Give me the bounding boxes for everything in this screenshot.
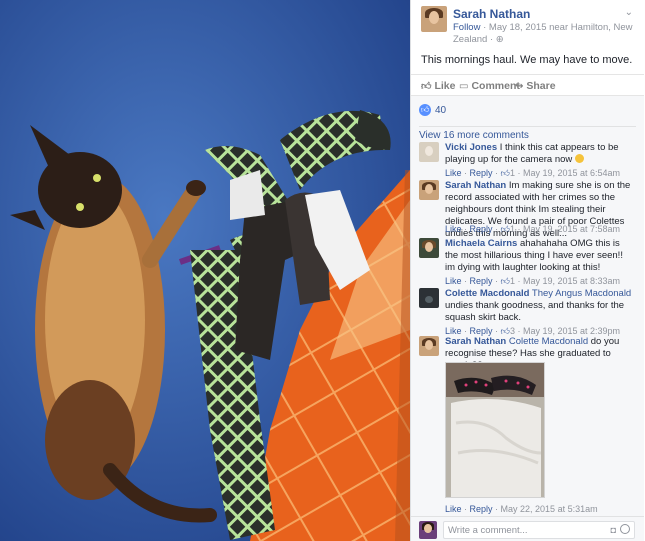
comment-timestamp[interactable]: May 19, 2015 at 2:39pm [523,326,620,336]
thumbs-up-icon: 👍︎ [419,104,431,116]
thumbs-up-icon: 👍︎ [500,276,510,286]
globe-icon: ⊕ [495,34,504,45]
cat-photo-illustration [0,0,410,541]
comment-author[interactable]: Michaela Cairns [445,238,517,249]
comment-reply-link[interactable]: Reply [470,326,493,336]
share-icon: ↪ [515,81,524,92]
comment-author[interactable]: Sarah Nathan [445,180,506,191]
thumbs-up-icon: 👍︎ [421,81,432,92]
comment-mention[interactable]: Colette Macdonald [509,336,588,347]
comment-like-link[interactable]: Like [445,276,462,286]
thumbs-up-icon: 👍︎ [500,224,510,234]
comment-timestamp[interactable]: May 19, 2015 at 7:58am [523,224,620,234]
comment-reply-link[interactable]: Reply [470,276,493,286]
chevron-down-icon[interactable]: ⌄ [625,7,633,18]
commenter-avatar[interactable] [419,336,439,356]
comments-section: 👍︎ 40 View 16 more comments Vicki Jones … [411,96,644,541]
comment-author[interactable]: Sarah Nathan [445,336,506,347]
camera-icon[interactable]: ◘ [611,525,616,535]
comment-footer: Like · Reply · May 22, 2015 at 5:31am [445,504,598,514]
post-meta: Follow · May 18, 2015 near Hamilton, New… [453,22,633,45]
comment-timestamp[interactable]: May 19, 2015 at 8:33am [523,276,620,286]
comment-like-count[interactable]: 1 [510,168,515,178]
comment-like-link[interactable]: Like [445,168,462,178]
comment-attachment-photo[interactable] [445,362,545,498]
comment-like-count[interactable]: 1 [510,276,515,286]
write-comment-box[interactable]: ◘ [443,521,635,539]
comment-like-link[interactable]: Like [445,224,462,234]
socks-on-bed-photo [446,363,544,497]
follow-link[interactable]: Follow [453,22,480,33]
post-actions-bar: 👍︎ Like ▭ Comment ↪ Share [411,74,644,96]
comment-footer: Like · Reply · 👍︎1 · May 19, 2015 at 7:5… [445,224,621,234]
comment-like-count[interactable]: 3 [510,326,515,336]
comment-button[interactable]: ▭ Comment [459,80,520,92]
likes-summary[interactable]: 👍︎ 40 [419,102,446,118]
poster-avatar[interactable] [421,6,447,32]
comment-like-link[interactable]: Like [445,326,462,336]
comment-like-count[interactable]: 1 [510,224,515,234]
post-side-panel: Sarah Nathan Follow · May 18, 2015 near … [410,0,645,541]
write-comment-row: ◘ [411,516,644,541]
smiley-emoji-icon [574,154,584,163]
comment-mention[interactable]: They Angus Macdonald [532,288,631,299]
like-button[interactable]: 👍︎ Like [421,80,455,92]
comment-reply-link[interactable]: Reply [470,168,493,178]
commenter-avatar[interactable] [419,142,439,162]
comment-like-link[interactable]: Like [445,504,462,514]
likes-count[interactable]: 40 [435,105,446,116]
commenter-avatar[interactable] [419,238,439,258]
view-more-comments-link[interactable]: View 16 more comments [419,126,636,141]
thumbs-up-icon: 👍︎ [500,168,510,178]
comment-author[interactable]: Vicki Jones [445,142,497,153]
comment-timestamp[interactable]: May 19, 2015 at 6:54am [523,168,620,178]
comment-reply-link[interactable]: Reply [470,504,493,514]
smiley-icon[interactable] [620,524,630,534]
current-user-avatar [419,521,437,539]
post-date-location[interactable]: May 18, 2015 near Hamilton, New Zealand [453,22,633,45]
share-button[interactable]: ↪ Share [515,80,556,92]
commenter-avatar[interactable] [419,288,439,308]
post-header: Sarah Nathan Follow · May 18, 2015 near … [411,0,645,48]
comment-text: undies thank goodness, and thanks for th… [445,300,625,323]
write-comment-input[interactable] [444,522,594,538]
post-photo[interactable] [0,0,410,541]
poster-name[interactable]: Sarah Nathan [453,7,530,21]
comment-author[interactable]: Colette Macdonald [445,288,529,299]
comment-timestamp[interactable]: May 22, 2015 at 5:31am [501,504,598,514]
post-text: This mornings haul. We may have to move. [421,54,633,66]
comment-icon: ▭ [459,81,469,92]
thumbs-up-icon: 👍︎ [500,326,510,336]
commenter-avatar[interactable] [419,180,439,200]
comment-reply-link[interactable]: Reply [470,224,493,234]
comment-footer: Like · Reply · 👍︎1 · May 19, 2015 at 8:3… [445,276,621,286]
comment-footer: Like · Reply · 👍︎1 · May 19, 2015 at 6:5… [445,168,621,178]
